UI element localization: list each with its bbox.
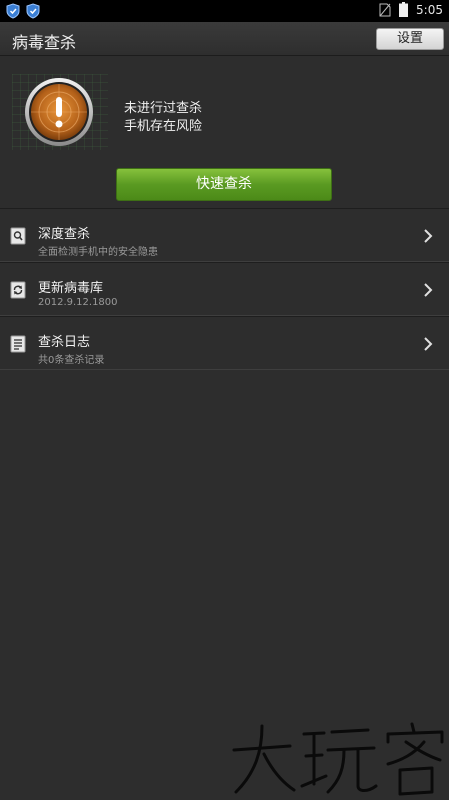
scan-status-panel: 未进行过查杀 手机存在风险 快速查杀 bbox=[0, 57, 449, 207]
list-item-scan-log[interactable]: 查杀日志 共0条查杀记录 bbox=[0, 316, 449, 370]
list-item-subtitle: 共0条查杀记录 bbox=[38, 355, 105, 366]
no-sim-icon bbox=[379, 3, 391, 16]
menu-list: 深度查杀 全面检测手机中的安全隐患 更新病毒库 2012.9.12.1800 查… bbox=[0, 208, 449, 370]
notification-icons bbox=[6, 3, 40, 19]
status-bar: 5:05 bbox=[0, 0, 449, 22]
list-item-title: 深度查杀 bbox=[38, 227, 91, 242]
title-bar: 病毒查杀 设置 bbox=[0, 22, 449, 56]
deep-scan-icon bbox=[10, 227, 26, 245]
list-item-title: 更新病毒库 bbox=[38, 281, 104, 296]
page-title: 病毒查杀 bbox=[12, 33, 77, 52]
battery-icon bbox=[399, 2, 409, 17]
update-icon bbox=[10, 281, 26, 299]
warning-radar-icon bbox=[25, 78, 93, 146]
chevron-right-icon bbox=[424, 337, 433, 351]
shield-notification-icon bbox=[26, 3, 40, 19]
list-item-subtitle: 全面检测手机中的安全隐患 bbox=[38, 247, 158, 258]
log-icon bbox=[10, 335, 26, 353]
chevron-right-icon bbox=[424, 229, 433, 243]
system-icons: 5:05 bbox=[379, 2, 443, 17]
list-item-update-database[interactable]: 更新病毒库 2012.9.12.1800 bbox=[0, 262, 449, 316]
settings-button[interactable]: 设置 bbox=[376, 28, 444, 50]
risk-status-text: 手机存在风险 bbox=[124, 119, 203, 134]
quick-scan-button[interactable]: 快速查杀 bbox=[116, 168, 332, 201]
shield-notification-icon bbox=[6, 3, 20, 19]
watermark-logo bbox=[232, 722, 444, 796]
list-item-subtitle: 2012.9.12.1800 bbox=[38, 297, 118, 308]
clock: 5:05 bbox=[416, 2, 443, 17]
list-item-deep-scan[interactable]: 深度查杀 全面检测手机中的安全隐患 bbox=[0, 208, 449, 262]
chevron-right-icon bbox=[424, 283, 433, 297]
list-item-title: 查杀日志 bbox=[38, 335, 91, 350]
scan-status-text: 未进行过查杀 bbox=[124, 101, 203, 116]
